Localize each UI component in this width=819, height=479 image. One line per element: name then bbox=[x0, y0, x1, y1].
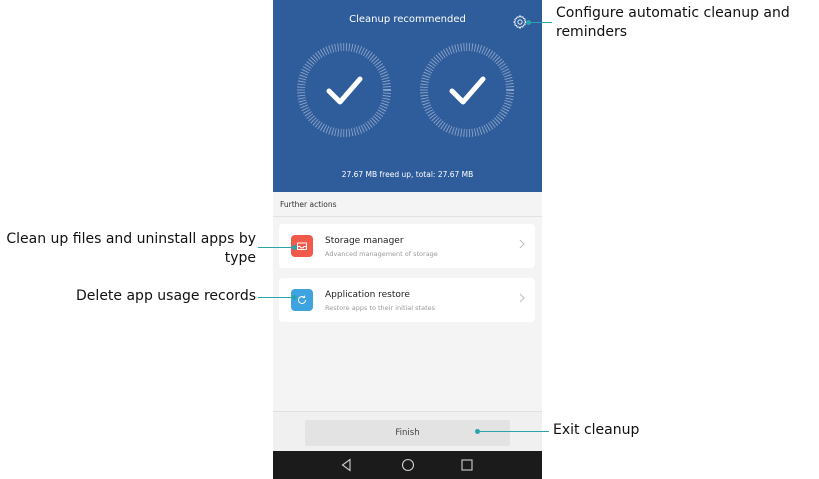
callout-line bbox=[477, 431, 549, 432]
section-title: Further actions bbox=[280, 200, 337, 209]
application-restore-item[interactable]: Application restore Restore apps to thei… bbox=[279, 278, 535, 322]
cleanup-hero: Cleanup recommended 27.67 MB freed up, t… bbox=[273, 0, 542, 192]
callout-dot bbox=[292, 245, 297, 250]
divider bbox=[273, 216, 542, 217]
item-subtitle: Advanced management of storage bbox=[325, 250, 438, 258]
restore-icon bbox=[291, 289, 313, 311]
cleanup-complete-dial bbox=[420, 43, 514, 137]
callout-line bbox=[258, 247, 294, 248]
callout-settings-text: Configure automatic cleanup and reminder… bbox=[556, 5, 790, 40]
home-icon[interactable] bbox=[400, 457, 416, 473]
freed-space-summary: 27.67 MB freed up, total: 27.67 MB bbox=[341, 170, 474, 179]
callout-line bbox=[258, 297, 294, 298]
phone-screen: Cleanup recommended 27.67 MB freed up, t… bbox=[273, 0, 542, 479]
callout-line bbox=[528, 22, 552, 23]
checkmark-icon bbox=[326, 76, 363, 105]
navigation-bar bbox=[273, 451, 542, 479]
back-icon[interactable] bbox=[339, 457, 355, 473]
callout-storage-text: Clean up files and uninstall apps by typ… bbox=[6, 231, 256, 266]
checkmark-icon bbox=[449, 76, 486, 105]
callout-finish-text: Exit cleanup bbox=[553, 422, 640, 438]
page-title: Cleanup recommended bbox=[349, 14, 466, 25]
storage-manager-item[interactable]: Storage manager Advanced management of s… bbox=[279, 224, 535, 268]
item-title: Application restore bbox=[325, 290, 410, 300]
callout-dot bbox=[292, 295, 297, 300]
item-subtitle: Restore apps to their initial states bbox=[325, 304, 436, 312]
item-title: Storage manager bbox=[325, 236, 404, 246]
chevron-right-icon bbox=[519, 293, 525, 303]
chevron-right-icon bbox=[519, 239, 525, 249]
cleanup-complete-dial bbox=[297, 43, 391, 137]
callout-restore-text: Delete app usage records bbox=[76, 288, 256, 304]
recent-apps-icon[interactable] bbox=[459, 457, 475, 473]
